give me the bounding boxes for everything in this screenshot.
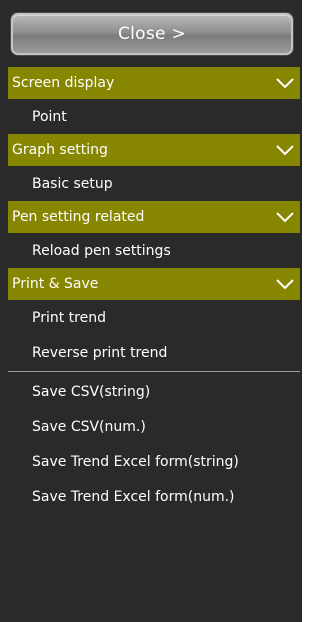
menu-item-save-csv-num[interactable]: Save CSV(num.) <box>8 409 300 444</box>
menu-item-save-csv-string[interactable]: Save CSV(string) <box>8 374 300 409</box>
chevron-down-icon <box>276 78 294 89</box>
side-menu-panel: Close > Screen display Point Graph setti… <box>0 0 302 622</box>
menu-item-reverse-print-trend[interactable]: Reverse print trend <box>8 335 300 370</box>
section-header-label: Pen setting related <box>12 209 145 225</box>
section-header-label: Graph setting <box>12 142 108 158</box>
chevron-down-icon <box>276 212 294 223</box>
section-header-label: Screen display <box>12 75 115 91</box>
menu-item-point[interactable]: Point <box>8 99 300 134</box>
section-header-screen-display[interactable]: Screen display <box>8 67 300 99</box>
menu-item-print-trend[interactable]: Print trend <box>8 300 300 335</box>
chevron-down-icon <box>276 279 294 290</box>
section-header-print-and-save[interactable]: Print & Save <box>8 268 300 300</box>
menu-item-save-trend-excel-num[interactable]: Save Trend Excel form(num.) <box>8 479 300 514</box>
section-header-pen-setting-related[interactable]: Pen setting related <box>8 201 300 233</box>
menu-item-basic-setup[interactable]: Basic setup <box>8 166 300 201</box>
divider <box>8 371 300 372</box>
menu-item-reload-pen-settings[interactable]: Reload pen settings <box>8 233 300 268</box>
chevron-down-icon <box>276 145 294 156</box>
menu-item-save-trend-excel-string[interactable]: Save Trend Excel form(string) <box>8 444 300 479</box>
menu: Screen display Point Graph setting Basic… <box>8 67 300 514</box>
section-header-label: Print & Save <box>12 276 99 292</box>
close-button[interactable]: Close > <box>11 13 293 55</box>
section-header-graph-setting[interactable]: Graph setting <box>8 134 300 166</box>
